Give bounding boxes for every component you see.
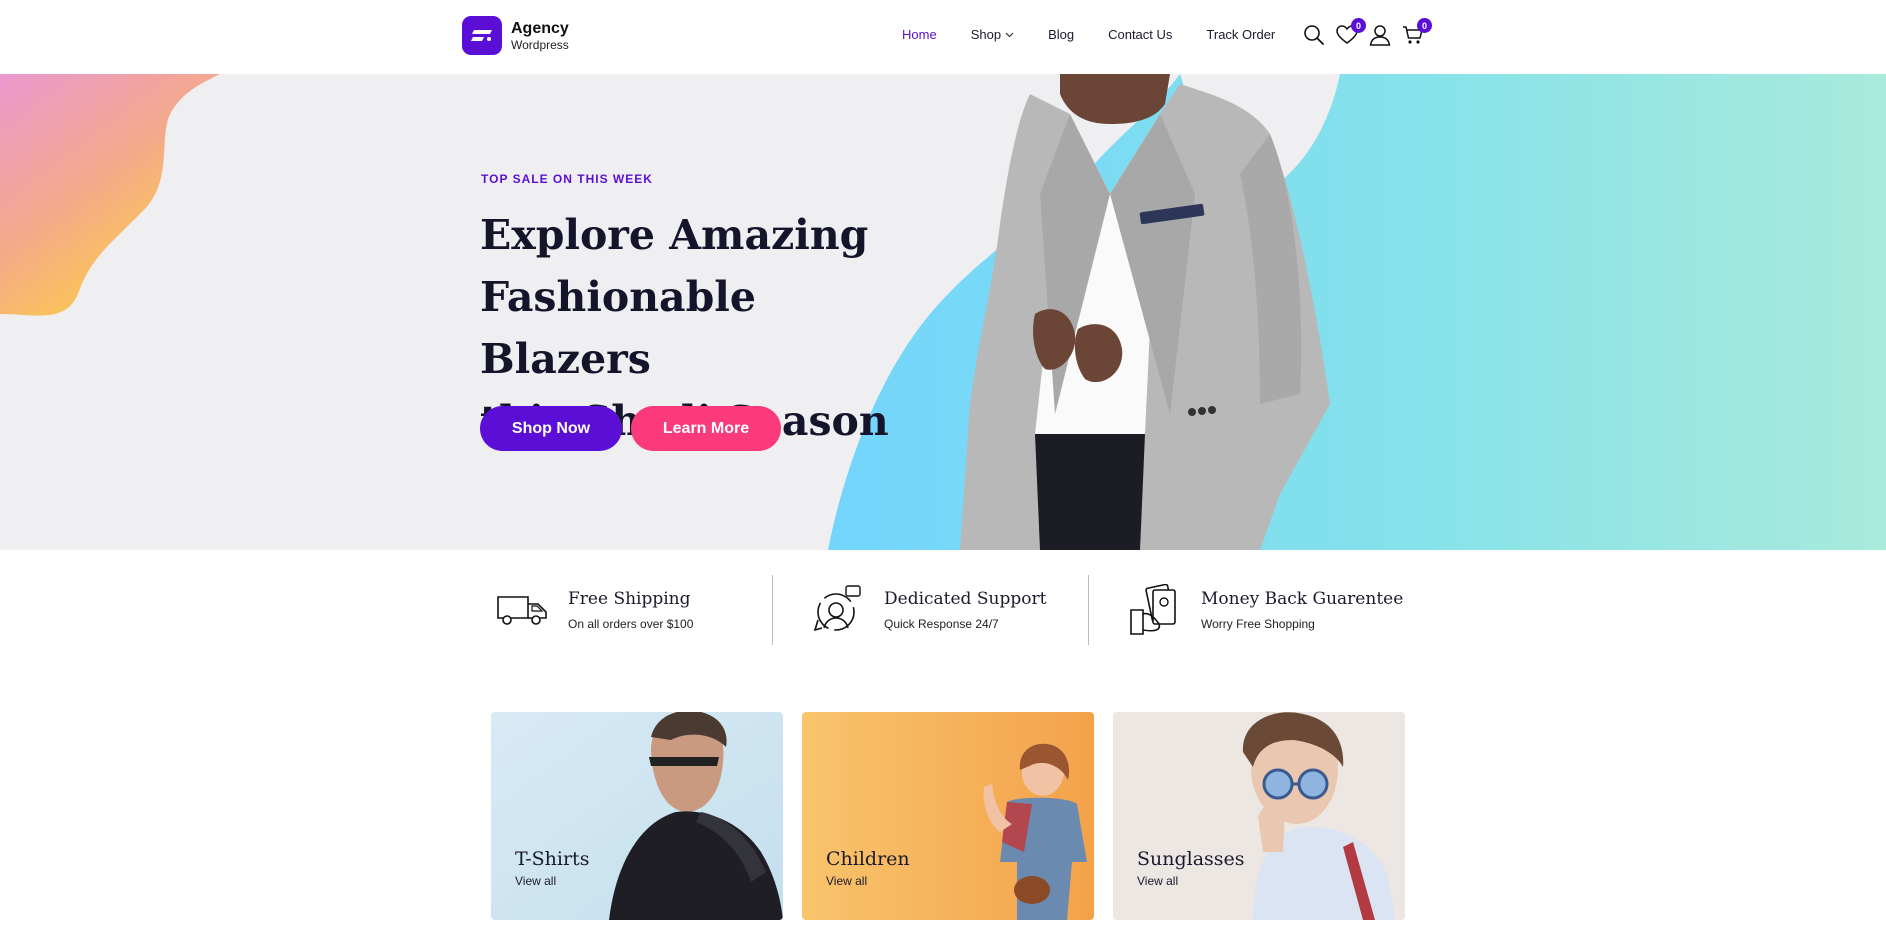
- nav-home[interactable]: Home: [902, 27, 937, 42]
- children-model-image: [802, 712, 1094, 920]
- category-title: T-Shirts: [515, 848, 590, 870]
- wishlist-button[interactable]: 0: [1336, 18, 1366, 46]
- nav-contact-label: Contact Us: [1108, 27, 1173, 42]
- features-strip: Free Shipping On all orders over $100 De…: [0, 574, 1886, 646]
- category-view-all-link[interactable]: View all: [515, 874, 556, 888]
- feature-divider: [772, 575, 773, 645]
- hero-title-line-1: Explore Amazing: [480, 211, 869, 259]
- t-shirts-model-image: [491, 712, 783, 920]
- wishlist-count-badge: 0: [1351, 18, 1366, 33]
- category-card-children[interactable]: Children View all: [802, 712, 1094, 920]
- nav-blog[interactable]: Blog: [1048, 27, 1074, 42]
- nav-track-order[interactable]: Track Order: [1206, 27, 1275, 42]
- nav-shop-label: Shop: [970, 27, 1002, 42]
- logo-title: Agency: [511, 19, 569, 37]
- feature-divider: [1088, 575, 1089, 645]
- learn-more-button[interactable]: Learn More: [631, 406, 781, 451]
- feature-subtitle: On all orders over $100: [568, 617, 694, 631]
- search-icon[interactable]: [1303, 24, 1325, 46]
- truck-icon: [494, 582, 550, 638]
- nav-blog-label: Blog: [1048, 27, 1075, 42]
- category-view-all-link[interactable]: View all: [826, 874, 867, 888]
- feature-dedicated-support: Dedicated Support Quick Response 24/7: [810, 574, 1046, 646]
- nav-home-label: Home: [902, 27, 937, 42]
- feature-free-shipping: Free Shipping On all orders over $100: [494, 574, 693, 646]
- shop-now-button[interactable]: Shop Now: [480, 406, 622, 451]
- category-view-all-link[interactable]: View all: [1137, 874, 1178, 888]
- hero-model-blazer-image: [960, 74, 1330, 550]
- category-card-t-shirts[interactable]: T-Shirts View all: [491, 712, 783, 920]
- user-icon[interactable]: [1369, 24, 1391, 46]
- hero-kicker: TOP SALE ON THIS WEEK: [481, 172, 653, 186]
- feature-title: Dedicated Support: [884, 589, 1047, 609]
- feature-subtitle: Worry Free Shopping: [1201, 617, 1315, 631]
- logo-mark-icon: [462, 16, 502, 55]
- hero-title-line-2: Fashionable Blazers: [480, 273, 756, 383]
- cart-button[interactable]: 0: [1402, 18, 1432, 46]
- feature-title: Money Back Guarentee: [1201, 589, 1404, 609]
- nav-track-order-label: Track Order: [1206, 27, 1276, 42]
- logo-subtitle: Wordpress: [511, 37, 569, 52]
- feature-title: Free Shipping: [568, 589, 691, 609]
- support-agent-icon: [810, 582, 866, 638]
- money-back-icon: [1127, 582, 1183, 638]
- category-title: Sunglasses: [1137, 848, 1245, 870]
- chevron-down-icon: [1005, 32, 1014, 37]
- sunglasses-model-image: [1113, 712, 1405, 920]
- category-card-sunglasses[interactable]: Sunglasses View all: [1113, 712, 1405, 920]
- site-logo[interactable]: Agency Wordpress: [462, 16, 569, 55]
- hero-banner: TOP SALE ON THIS WEEK Explore Amazing Fa…: [0, 74, 1886, 550]
- site-header: Agency Wordpress Home Shop Blog Contact …: [0, 0, 1886, 74]
- feature-subtitle: Quick Response 24/7: [884, 617, 999, 631]
- feature-money-back: Money Back Guarentee Worry Free Shopping: [1127, 574, 1403, 646]
- category-title: Children: [826, 848, 910, 870]
- main-nav: Home Shop Blog Contact Us Track Order: [902, 27, 1309, 42]
- cart-count-badge: 0: [1417, 18, 1432, 33]
- nav-contact[interactable]: Contact Us: [1108, 27, 1172, 42]
- nav-shop[interactable]: Shop: [971, 27, 1014, 42]
- hero-background-shapes: [0, 74, 1886, 550]
